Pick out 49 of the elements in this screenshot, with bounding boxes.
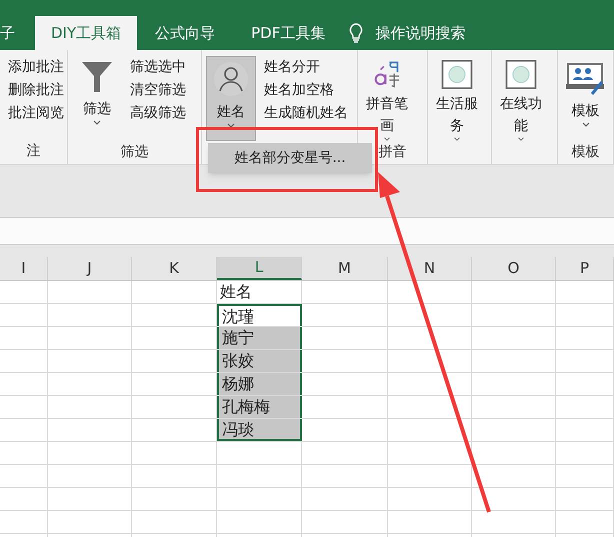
chevron-down-icon [453, 136, 461, 141]
group-label: 注 [26, 142, 40, 160]
chevron-down-icon [93, 120, 101, 125]
ribbon-tab[interactable]: 子 [0, 16, 23, 50]
column-header[interactable]: P [556, 257, 614, 280]
column-header[interactable]: N [388, 257, 472, 280]
chevron-down-icon [383, 136, 391, 141]
ribbon-large-button[interactable]: 筛选 [72, 56, 122, 141]
ribbon-menu-item[interactable]: 添加批注 [4, 56, 68, 78]
chevron-down-icon [227, 123, 235, 128]
ribbon-menu-item[interactable]: 筛选选中 [126, 56, 190, 78]
ribbon-menu-item[interactable]: 批注阅览 [4, 102, 68, 124]
user-icon [213, 61, 249, 97]
ribbon-large-button[interactable]: 在线功能 [496, 56, 546, 141]
table-cell: 张姣 [217, 350, 302, 372]
ribbon-large-button[interactable]: 生活服务 [432, 56, 482, 141]
chevron-down-icon [582, 122, 590, 127]
ribbon-menu-item[interactable]: 高级筛选 [126, 102, 190, 124]
ribbon-tab[interactable]: DIY工具箱 [35, 16, 138, 50]
funnel-icon [80, 60, 114, 94]
column-header[interactable]: J [48, 257, 132, 280]
column-header[interactable]: L [217, 257, 302, 280]
search-field[interactable]: 操作说明搜索 [375, 22, 466, 44]
chevron-down-icon [517, 136, 525, 141]
lightbulb-icon [349, 23, 364, 43]
table-cell: 孔梅梅 [217, 396, 302, 418]
ribbon-large-button[interactable]: 模板 [562, 56, 609, 141]
column-header[interactable]: O [472, 257, 556, 280]
ribbon-menu-item[interactable]: 删除批注 [4, 79, 68, 101]
group-label: 模板 [572, 143, 600, 162]
ribbon-tab[interactable]: 公式向导 [137, 16, 234, 50]
column-header[interactable]: M [302, 257, 388, 280]
table-cell: 姓名 [217, 281, 302, 303]
presentation-icon [566, 60, 606, 96]
ribbon-menu-item[interactable]: 生成随机姓名 [260, 102, 352, 124]
menu-item[interactable]: 姓名部分变星号... [234, 148, 346, 168]
table-cell: 施宁 [217, 327, 302, 349]
ribbon-menu-item[interactable]: 清空筛选 [126, 79, 190, 101]
table-cell: 冯琰 [217, 419, 302, 441]
ribbon-menu-item[interactable]: 姓名分开 [260, 56, 352, 78]
column-header[interactable]: I [0, 257, 48, 280]
ribbon-tab[interactable]: PDF工具集 [233, 16, 344, 50]
ribbon-large-button[interactable]: 姓名 [206, 56, 256, 141]
ribbon-large-button[interactable]: 拼音笔画 [362, 56, 412, 141]
ribbon-menu-item[interactable]: 姓名加空格 [260, 79, 352, 101]
table-cell: 杨娜 [217, 373, 302, 395]
group-label: 筛选 [120, 143, 148, 162]
group-label: 拼音 [378, 143, 406, 162]
table-cell: 沈瑾 [217, 304, 302, 326]
